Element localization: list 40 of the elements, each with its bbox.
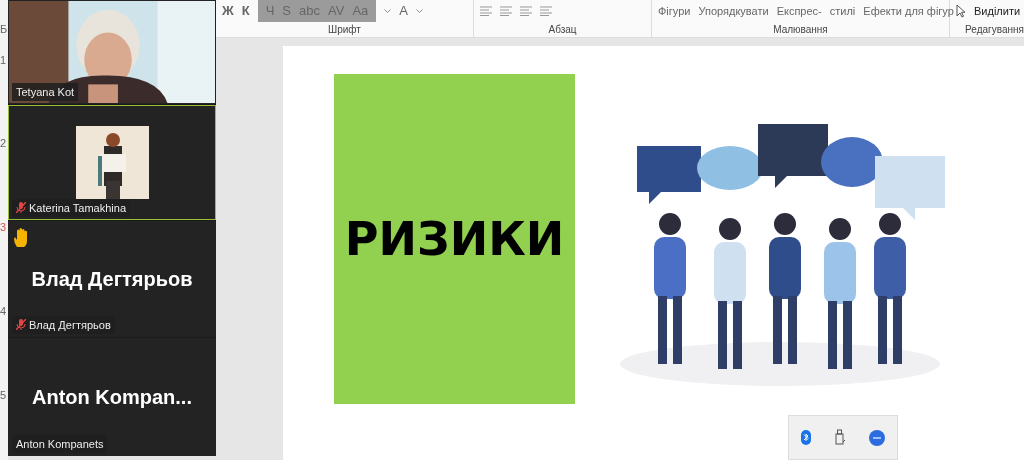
format-button[interactable]: Ж [222,1,234,21]
align-icon[interactable] [500,6,512,16]
ribbon-label[interactable]: Упорядкувати [698,2,769,20]
participant-tile[interactable]: Anton Kompan... Anton Kompanets [8,338,216,456]
align-icon[interactable] [540,6,552,16]
format-button[interactable]: К [241,1,250,21]
ribbon-label[interactable]: Фігури [658,2,691,20]
participant-name: Anton Kompanets [16,436,104,452]
participant-name: Tetyana Kot [16,84,75,100]
group-label: Шрифт [327,23,362,37]
display-name: Anton Kompan... [32,385,192,410]
participant-tile[interactable]: Tetyana Kot [8,0,216,104]
participant-tile[interactable]: Katerina Tamakhina [8,105,216,220]
font-color-button[interactable]: A [399,1,408,21]
ruler-number: 3 [0,222,7,233]
chevron-icon[interactable] [384,8,392,14]
group-label: Абзац [547,23,578,37]
ruler-number: Б [0,24,8,35]
slide-title: РИЗИКИ [344,210,565,268]
display-name: Влад Дегтярьов [31,267,193,292]
ruler-number: 1 [0,55,7,66]
ruler-number: 2 [0,138,7,149]
participant-tile[interactable]: Влад Дегтярьов Влад Дегтярьов [8,221,216,337]
participant-name: Влад Дегтярьов [29,317,111,333]
ruler-number: 5 [0,390,7,401]
usb-drive-icon[interactable] [834,429,846,446]
ribbon-label[interactable]: стилі [829,2,856,20]
group-label: Малювання [772,23,829,37]
cursor-icon [956,4,966,18]
bluetooth-icon[interactable] [800,430,811,445]
group-label: Редагування [964,23,1024,37]
align-icon[interactable] [520,6,532,16]
ruler-number: 4 [0,306,7,317]
video-app-icon[interactable] [869,429,886,446]
ribbon-label[interactable]: Ефекти для фігур [863,2,954,20]
select-button[interactable]: Виділити [974,2,1021,20]
participant-name: Katerina Tamakhina [29,200,127,216]
chevron-icon[interactable] [415,8,423,14]
ribbon-label[interactable]: Експрес- [776,2,822,20]
align-icon[interactable] [480,6,492,16]
